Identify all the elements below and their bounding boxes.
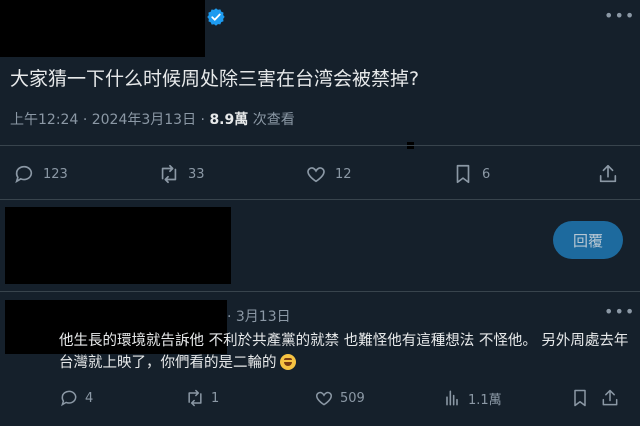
- comment-bookmark-action[interactable]: [570, 388, 590, 408]
- bookmark-action[interactable]: 6: [452, 163, 490, 185]
- comment-like-count: 509: [340, 390, 365, 406]
- comment-repost-action[interactable]: 1: [185, 388, 219, 408]
- meta-separator: ·: [82, 112, 88, 128]
- comment-reply-count: 4: [85, 390, 94, 406]
- comment-reply-action[interactable]: 4: [59, 388, 93, 408]
- comment-repost-count: 1: [211, 390, 220, 406]
- redacted-author-header: [0, 0, 205, 57]
- more-options-icon[interactable]: •••: [604, 302, 635, 321]
- comment-body: 他生長的環境就告訴他 不利於共產黨的就禁 也難怪他有這種想法 不怪他。 另外周處…: [59, 333, 629, 371]
- views-label: 次查看: [252, 112, 295, 128]
- comment-views-count: 1.1萬: [468, 392, 502, 408]
- reply-button[interactable]: 回覆: [553, 221, 623, 259]
- comment-share-action[interactable]: [600, 388, 620, 408]
- reply-icon: [61, 390, 77, 407]
- like-action[interactable]: 12: [305, 163, 352, 185]
- share-icon: [599, 164, 617, 183]
- comment-date[interactable]: · 3月13日: [227, 306, 291, 326]
- comment-text: 他生長的環境就告訴他 不利於共產黨的就禁 也難怪他有這種想法 不怪他。 另外周處…: [59, 330, 629, 374]
- bookmark-icon: [574, 389, 586, 407]
- like-count: 12: [335, 166, 352, 182]
- heart-icon: [316, 391, 332, 406]
- redacted-compose-area: [5, 207, 231, 284]
- grinning-face-emoji-icon: [279, 354, 296, 370]
- repost-count: 33: [188, 166, 205, 182]
- bookmark-icon: [456, 164, 470, 184]
- heart-icon: [307, 167, 325, 183]
- verified-badge-icon: [207, 8, 225, 26]
- divider: [0, 145, 640, 146]
- comment-views-action[interactable]: 1.1萬: [442, 388, 502, 408]
- divider: [0, 291, 640, 292]
- bookmark-count: 6: [482, 166, 491, 182]
- views-count: 8.9萬: [209, 112, 249, 128]
- reply-action[interactable]: 123: [13, 163, 68, 185]
- analytics-icon: [446, 390, 458, 406]
- share-icon: [602, 389, 618, 406]
- more-options-icon[interactable]: •••: [604, 6, 635, 25]
- share-action[interactable]: [597, 163, 619, 185]
- divider: [0, 199, 640, 200]
- post-text: 大家猜一下什么时候周处除三害在台湾会被禁掉?: [10, 68, 420, 90]
- reply-icon: [15, 165, 33, 184]
- meta-separator: ·: [200, 112, 205, 128]
- reply-count: 123: [43, 166, 68, 182]
- post-meta: 上午12:24 · 2024年3月13日 · 8.9萬 次查看: [10, 109, 295, 129]
- post-date[interactable]: 2024年3月13日: [92, 112, 196, 128]
- repost-icon: [161, 164, 177, 184]
- comment-like-action[interactable]: 509: [314, 388, 365, 408]
- post-time[interactable]: 上午12:24: [10, 112, 78, 128]
- repost-icon: [188, 389, 202, 407]
- repost-action[interactable]: 33: [158, 163, 205, 185]
